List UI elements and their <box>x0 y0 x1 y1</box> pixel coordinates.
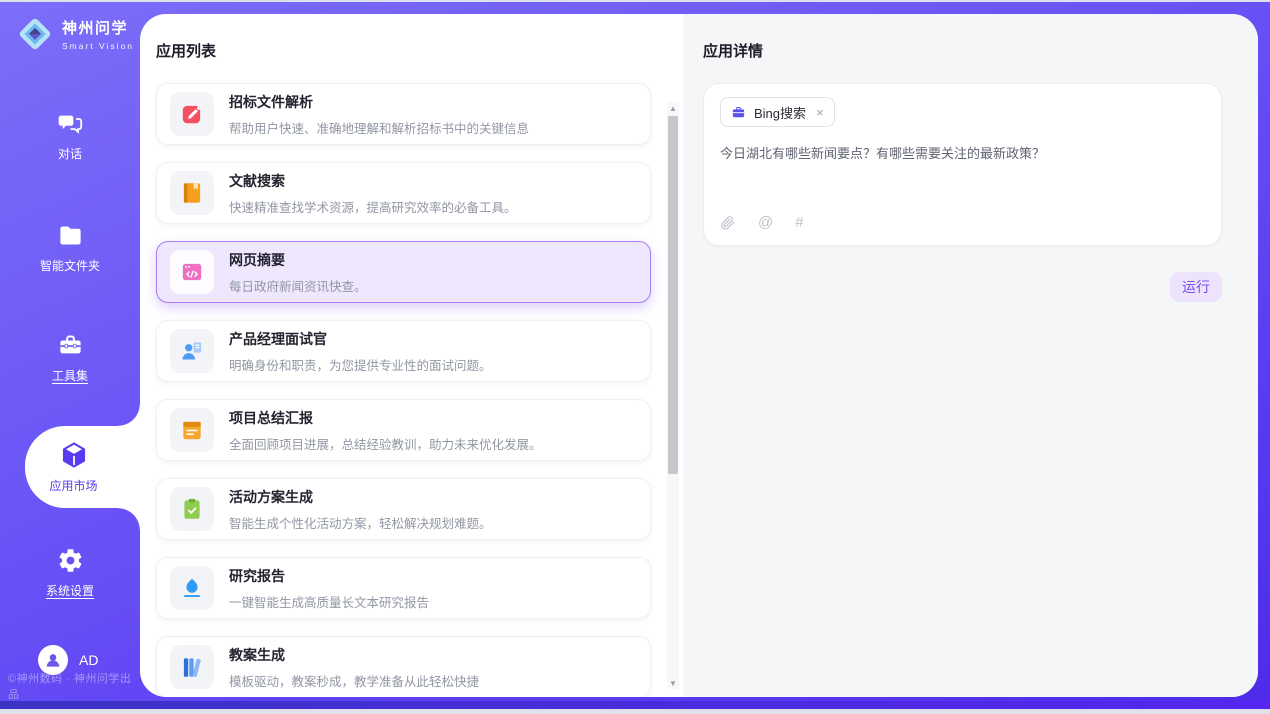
gear-icon <box>57 547 84 574</box>
scrollbar[interactable]: ▲ ▼ <box>667 102 679 689</box>
sidebar-item-label: 工具集 <box>52 367 88 384</box>
webpage-code-icon <box>170 250 214 294</box>
app-card-title: 网页摘要 <box>229 250 367 270</box>
sidebar-item-label: 智能文件夹 <box>40 257 100 274</box>
folder-icon <box>57 222 84 249</box>
app-card-list: 招标文件解析 帮助用户快速、准确地理解和解析招标书中的关键信息 文献搜索 <box>156 83 669 697</box>
research-icon <box>170 566 214 610</box>
close-icon[interactable]: × <box>816 105 824 120</box>
app-card-desc: 全面回顾项目进展，总结经验教训，助力未来优化发展。 <box>229 434 542 453</box>
brand-subtitle: Smart Vision <box>62 41 134 51</box>
app-card-title: 文献搜索 <box>229 171 517 191</box>
app-list-panel: 应用列表 招标文件解析 帮助用户快速、准确地理解和解析招标书中的关键信息 <box>140 14 683 697</box>
app-card-title: 研究报告 <box>229 566 429 586</box>
scroll-up-icon[interactable]: ▲ <box>667 102 679 114</box>
sidebar-item-smart-folder[interactable]: 智能文件夹 <box>0 222 140 274</box>
interviewer-icon <box>170 329 214 373</box>
chat-icon <box>57 110 84 137</box>
cube-icon <box>59 440 89 470</box>
tool-tag-bing-search[interactable]: Bing搜索 × <box>720 97 835 127</box>
app-frame: 神州问学 Smart Vision 对话 智能文件夹 <box>0 2 1270 709</box>
app-list-title: 应用列表 <box>156 40 669 61</box>
hashtag-icon[interactable]: # <box>795 214 803 231</box>
sidebar-item-label: 应用市场 <box>49 477 97 494</box>
app-card-literature-search[interactable]: 文献搜索 快速精准查找学术资源，提高研究效率的必备工具。 <box>156 162 651 224</box>
run-row: 运行 <box>703 272 1222 302</box>
bottom-accent-bar <box>0 701 1270 709</box>
user-initials: AD <box>79 652 98 668</box>
app-detail-title: 应用详情 <box>703 40 1222 61</box>
sidebar-item-toolset[interactable]: 工具集 <box>0 332 140 384</box>
app-card-desc: 每日政府新闻资讯快查。 <box>229 276 367 295</box>
book-icon <box>170 171 214 215</box>
app-card-desc: 智能生成个性化活动方案，轻松解决规划难题。 <box>229 513 492 532</box>
sidebar-item-chat[interactable]: 对话 <box>0 110 140 162</box>
toolbox-icon <box>57 332 84 359</box>
tool-tag-label: Bing搜索 <box>754 103 806 122</box>
copyright-footer: ©神州数码 · 神州问学出品 <box>8 670 140 702</box>
person-icon <box>43 650 63 670</box>
diamond-logo-icon <box>16 15 54 53</box>
scrollbar-thumb[interactable] <box>668 116 678 474</box>
main-window: 应用列表 招标文件解析 帮助用户快速、准确地理解和解析招标书中的关键信息 <box>140 14 1258 697</box>
app-card-title: 项目总结汇报 <box>229 408 542 428</box>
app-card-desc: 帮助用户快速、准确地理解和解析招标书中的关键信息 <box>229 118 529 137</box>
app-card-title: 产品经理面试官 <box>229 329 492 349</box>
briefcase-icon <box>731 105 746 120</box>
brand-logo: 神州问学 Smart Vision <box>16 15 134 53</box>
summary-icon <box>170 408 214 452</box>
sidebar-active-tab: 应用市场 <box>25 426 140 508</box>
run-button[interactable]: 运行 <box>1170 272 1222 302</box>
mention-icon[interactable]: @ <box>758 214 773 231</box>
app-detail-panel: 应用详情 Bing搜索 × 今日湖北有哪些新闻要点？有哪些需要关注的最新政策？ <box>683 14 1258 697</box>
app-card-title: 教案生成 <box>229 645 479 665</box>
prompt-card: Bing搜索 × 今日湖北有哪些新闻要点？有哪些需要关注的最新政策？ @ # <box>703 83 1222 246</box>
app-card-event-plan[interactable]: 活动方案生成 智能生成个性化活动方案，轻松解决规划难题。 <box>156 478 651 540</box>
books-icon <box>170 645 214 689</box>
app-card-lesson-plan[interactable]: 教案生成 模板驱动，教案秒成，教学准备从此轻松快捷 <box>156 636 651 697</box>
app-card-bid-parsing[interactable]: 招标文件解析 帮助用户快速、准确地理解和解析招标书中的关键信息 <box>156 83 651 145</box>
paperclip-icon[interactable] <box>720 215 736 231</box>
app-card-project-summary[interactable]: 项目总结汇报 全面回顾项目进展，总结经验教训，助力未来优化发展。 <box>156 399 651 461</box>
app-card-title: 活动方案生成 <box>229 487 492 507</box>
app-card-web-summary[interactable]: 网页摘要 每日政府新闻资讯快查。 <box>156 241 651 303</box>
app-card-research-report[interactable]: 研究报告 一键智能生成高质量长文本研究报告 <box>156 557 651 619</box>
brand-name: 神州问学 <box>62 17 134 38</box>
scroll-down-icon[interactable]: ▼ <box>667 677 679 689</box>
sidebar-item-label: 对话 <box>58 145 82 162</box>
edit-doc-icon <box>170 92 214 136</box>
app-card-desc: 明确身份和职责，为您提供专业性的面试问题。 <box>229 355 492 374</box>
app-card-pm-interviewer[interactable]: 产品经理面试官 明确身份和职责，为您提供专业性的面试问题。 <box>156 320 651 382</box>
attachment-toolbar: @ # <box>720 214 1205 233</box>
app-card-desc: 快速精准查找学术资源，提高研究效率的必备工具。 <box>229 197 517 216</box>
app-card-title: 招标文件解析 <box>229 92 529 112</box>
clipboard-check-icon <box>170 487 214 531</box>
sidebar-item-settings[interactable]: 系统设置 <box>0 547 140 599</box>
query-input[interactable]: 今日湖北有哪些新闻要点？有哪些需要关注的最新政策？ <box>720 144 1205 214</box>
app-card-desc: 一键智能生成高质量长文本研究报告 <box>229 592 429 611</box>
sidebar-item-app-market[interactable]: 应用市场 <box>25 426 140 508</box>
sidebar-item-label: 系统设置 <box>46 582 94 599</box>
sidebar: 神州问学 Smart Vision 对话 智能文件夹 <box>0 2 140 709</box>
app-card-desc: 模板驱动，教案秒成，教学准备从此轻松快捷 <box>229 671 479 690</box>
